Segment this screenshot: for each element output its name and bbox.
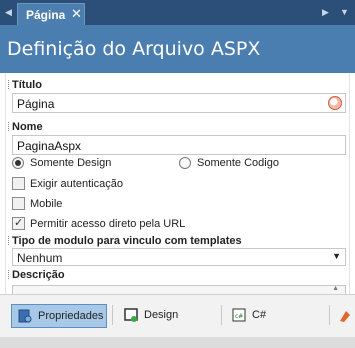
csharp-button[interactable]: c# C#: [226, 304, 286, 328]
toolbar-divider: [221, 305, 222, 325]
descricao-input[interactable]: ▲: [12, 285, 346, 294]
titulo-input[interactable]: Página: [12, 93, 346, 113]
radio-somente-codigo-label: Somente Codigo: [197, 157, 279, 169]
descricao-label: Descrição: [8, 269, 65, 281]
document-tab-strip: ◀ Página ✕ ▶ ▼: [0, 0, 355, 25]
radio-somente-design-label: Somente Design: [30, 157, 112, 169]
radio-somente-design[interactable]: [12, 157, 24, 169]
design-label: Design: [144, 309, 179, 321]
tab-list-dropdown-icon[interactable]: ▼: [340, 6, 349, 18]
checkbox-exigir-autenticacao-label: Exigir autenticação: [30, 178, 123, 190]
page-title: Definição do Arquivo ASPX: [7, 38, 261, 60]
tab-pagina[interactable]: Página ✕: [17, 3, 85, 25]
titulo-value: Página: [17, 97, 55, 111]
nome-value: PaginaAspx: [17, 139, 82, 153]
scroll-right-icon[interactable]: ▶: [322, 6, 329, 18]
tipo-modulo-label: Tipo de modulo para vinculo com template…: [8, 235, 242, 247]
tipo-modulo-value: Nenhum: [17, 251, 63, 265]
panel-header: Definição do Arquivo ASPX: [0, 25, 355, 73]
bottom-toolbar: Propriedades Design c# C#: [0, 294, 355, 348]
globe-icon[interactable]: [328, 96, 342, 110]
csharp-label: C#: [252, 309, 267, 321]
titulo-label: Título: [8, 79, 42, 91]
chevron-down-icon: ▼: [332, 251, 341, 261]
design-button[interactable]: Design: [118, 304, 188, 328]
checkbox-permitir-acesso-url-label: Permitir acesso direto pela URL: [30, 218, 186, 230]
tipo-modulo-select[interactable]: Nenhum ▼: [12, 248, 346, 266]
design-icon: [124, 308, 138, 322]
properties-form[interactable]: Título Página Nome PaginaAspx Somente De…: [5, 73, 350, 294]
checkbox-mobile[interactable]: [12, 197, 25, 210]
checkbox-permitir-acesso-url[interactable]: [12, 216, 25, 230]
tab-label: Página: [26, 8, 66, 22]
nome-label: Nome: [8, 121, 43, 133]
propriedades-button[interactable]: Propriedades: [11, 304, 107, 328]
toolbar-divider: [112, 305, 113, 325]
scroll-left-icon[interactable]: ◀: [5, 6, 15, 18]
radio-somente-codigo[interactable]: [179, 157, 191, 169]
csharp-file-icon: c#: [232, 308, 246, 322]
close-icon[interactable]: ✕: [71, 6, 82, 22]
svg-text:c#: c#: [235, 313, 243, 320]
checkbox-mobile-label: Mobile: [30, 198, 63, 210]
toolbar-bottom-strip: [0, 337, 355, 348]
toolbar-divider: [329, 305, 330, 325]
extra-tool-icon[interactable]: [338, 309, 352, 323]
scroll-up-icon[interactable]: ▲: [332, 285, 339, 292]
nome-input[interactable]: PaginaAspx: [12, 135, 346, 155]
propriedades-label: Propriedades: [38, 310, 104, 322]
checkbox-exigir-autenticacao[interactable]: [12, 177, 25, 190]
properties-icon: [18, 309, 32, 323]
